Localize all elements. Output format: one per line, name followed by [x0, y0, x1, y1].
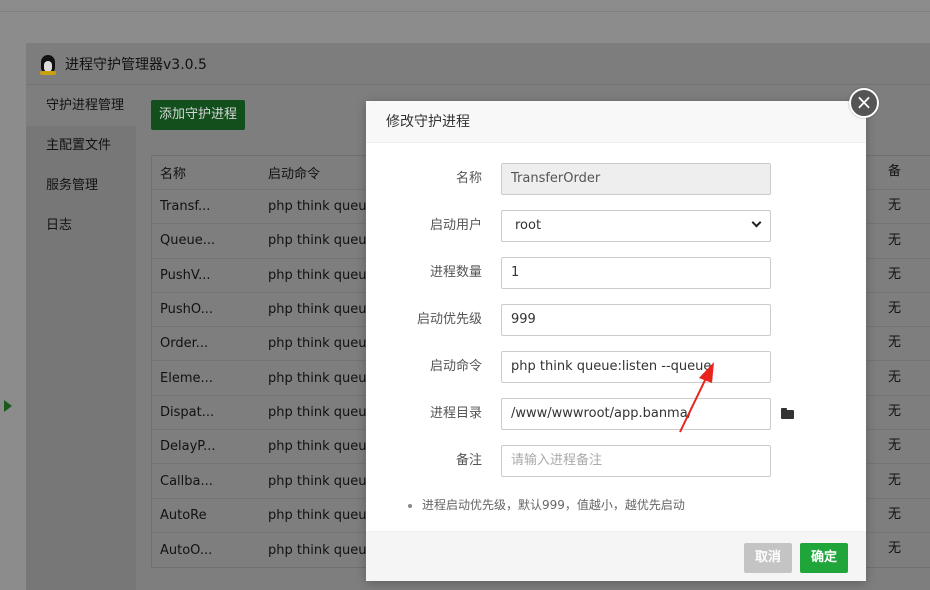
- name-label: 名称: [455, 171, 482, 186]
- row-note: 无: [888, 301, 902, 317]
- header-name: 名称: [160, 167, 187, 182]
- row-note: 无: [888, 198, 902, 214]
- form-row-count: 进程数量 1: [366, 257, 866, 289]
- form-row-note: 备注 请输入进程备注: [366, 445, 866, 477]
- row-name: DelayP...: [160, 439, 216, 455]
- user-select[interactable]: root: [501, 210, 771, 242]
- window-title: 进程守护管理器v3.0.5: [65, 56, 207, 73]
- row-name: Queue...: [160, 233, 216, 249]
- bg-divider: [0, 11, 930, 12]
- header-note: 备: [888, 164, 902, 179]
- row-name: AutoO...: [160, 542, 213, 558]
- hint-text: 进程启动优先级，默认999，值越小，越优先启动: [422, 498, 685, 512]
- dir-label: 进程目录: [429, 406, 482, 421]
- row-name: PushO...: [160, 302, 213, 318]
- row-note: 无: [888, 506, 902, 522]
- row-name: Eleme...: [160, 370, 213, 386]
- row-name: Dispat...: [160, 404, 215, 420]
- command-label: 启动命令: [429, 359, 482, 374]
- row-note: 无: [888, 472, 902, 488]
- row-note: 无: [888, 404, 902, 420]
- priority-input[interactable]: 999: [501, 304, 771, 336]
- row-name: Transf...: [160, 199, 211, 215]
- sidebar-item-log[interactable]: 日志: [26, 206, 136, 246]
- sidebar-item-service-manage[interactable]: 服务管理: [26, 166, 136, 206]
- add-daemon-button[interactable]: 添加守护进程: [151, 100, 245, 130]
- sidebar: 守护进程管理 主配置文件 服务管理 日志: [26, 86, 136, 590]
- row-note: 无: [888, 438, 902, 454]
- note-input[interactable]: 请输入进程备注: [501, 445, 771, 477]
- form-row-name: 名称 TransferOrder: [366, 163, 866, 195]
- edit-daemon-modal: 修改守护进程 名称 TransferOrder 启动用户 root 进程数量 1…: [366, 101, 866, 581]
- modal-title: 修改守护进程: [366, 101, 866, 143]
- window-titlebar: 进程守护管理器v3.0.5: [26, 43, 930, 85]
- note-label: 备注: [455, 453, 482, 468]
- dir-input[interactable]: /www/wwwroot/app.banma/: [501, 398, 771, 430]
- priority-hint: 进程启动优先级，默认999，值越小，越优先启动: [408, 496, 685, 513]
- priority-label: 启动优先级: [416, 312, 482, 327]
- row-note: 无: [888, 369, 902, 385]
- note-column: 备 无无无无无无无无无无无: [888, 155, 930, 567]
- folder-open-icon[interactable]: [781, 408, 794, 419]
- form-row-command: 启动命令 php think queue:listen --queue: [366, 351, 866, 383]
- play-icon[interactable]: [4, 400, 12, 412]
- form-row-user: 启动用户 root: [366, 210, 866, 242]
- bullet-icon: [408, 503, 412, 508]
- row-note: 无: [888, 232, 902, 248]
- row-note: 无: [888, 541, 902, 557]
- row-note: 无: [888, 266, 902, 282]
- row-note: 无: [888, 335, 902, 351]
- command-input[interactable]: php think queue:listen --queue: [501, 351, 771, 383]
- row-name: Order...: [160, 336, 209, 352]
- close-icon[interactable]: ×: [849, 88, 879, 118]
- row-name: AutoRe: [160, 507, 207, 523]
- count-input[interactable]: 1: [501, 257, 771, 289]
- sidebar-item-main-config[interactable]: 主配置文件: [26, 126, 136, 166]
- name-field: TransferOrder: [501, 163, 771, 195]
- row-name: PushV...: [160, 267, 211, 283]
- sidebar-item-daemon-manage[interactable]: 守护进程管理: [26, 86, 136, 126]
- user-label: 启动用户: [429, 218, 482, 233]
- penguin-logo-icon: [38, 53, 58, 75]
- form-row-dir: 进程目录 /www/wwwroot/app.banma/: [366, 398, 866, 430]
- ok-button[interactable]: 确定: [800, 543, 848, 573]
- cancel-button[interactable]: 取消: [744, 543, 792, 573]
- modal-footer: 取消 确定: [366, 531, 866, 581]
- form-row-priority: 启动优先级 999: [366, 304, 866, 336]
- count-label: 进程数量: [429, 265, 482, 280]
- row-name: Callba...: [160, 473, 213, 489]
